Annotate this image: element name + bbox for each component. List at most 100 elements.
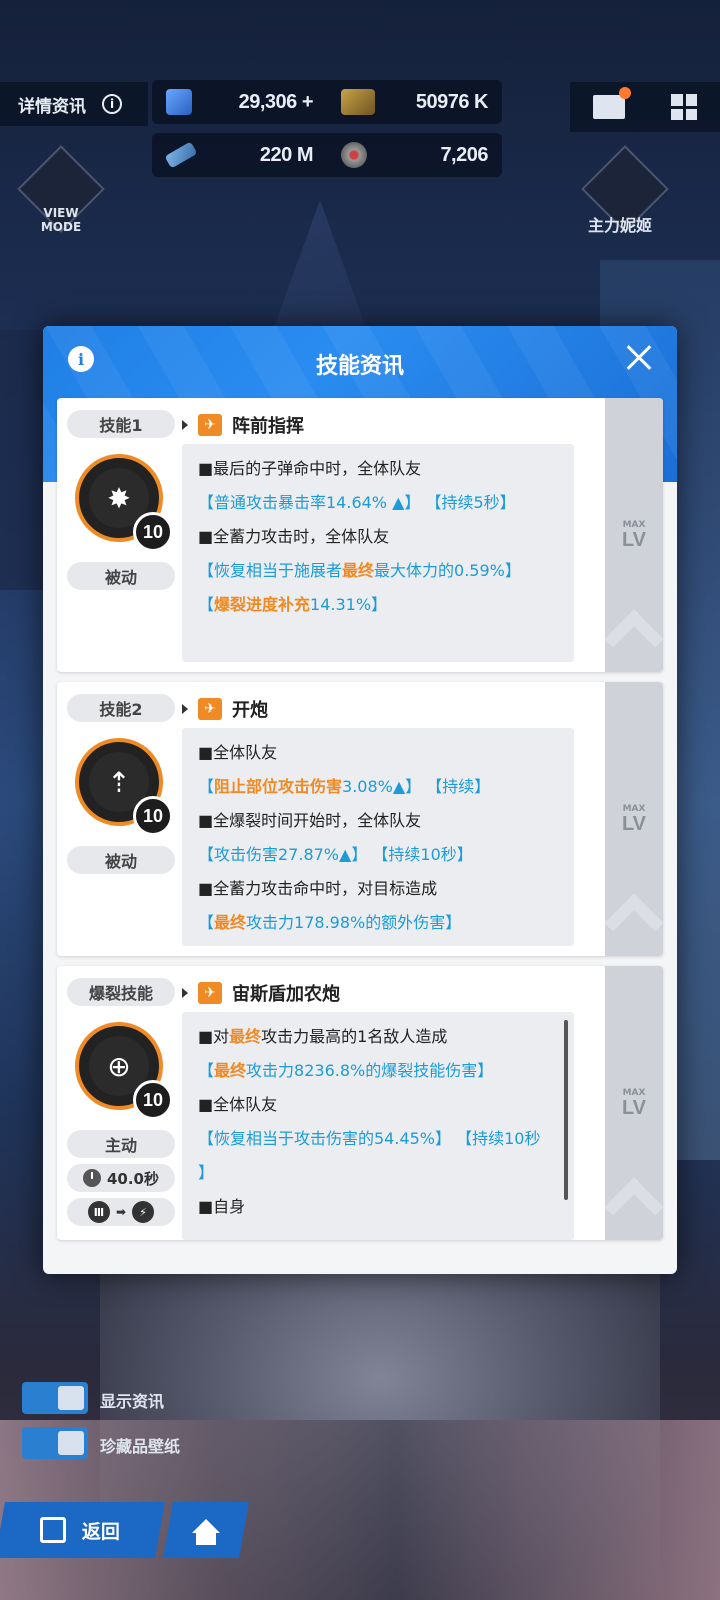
exit-icon	[39, 1517, 66, 1543]
description-line: 【爆裂进度补充14.31%】	[198, 588, 558, 622]
description-segment: ■全蓄力攻击命中时，对目标造成	[198, 879, 438, 898]
description-line: 【最终攻击力8236.8%的爆裂技能伤害】	[198, 1054, 558, 1088]
description-segment: 【恢复相当于施展者	[198, 561, 343, 580]
description-line: ■自身	[198, 1190, 558, 1224]
expand-arrow-icon	[182, 988, 188, 998]
description-segment: 【	[198, 913, 215, 932]
description-scrollbar[interactable]	[564, 1020, 568, 1200]
description-line: ■全蓄力攻击时，全体队友	[198, 520, 558, 554]
currency-bar-top: 29,306 + 50976 K	[152, 80, 502, 124]
description-segment: 爆裂进度补充	[214, 595, 311, 614]
skill-card-left: 爆裂技能 ⊕ 10 主动 40.0秒 Ⅲ ➡ ⚡	[57, 966, 182, 1240]
gems-value: 29,306	[238, 90, 298, 113]
upgrade-button[interactable]: MAX LV	[604, 966, 663, 1240]
chevron-up-icon	[604, 1177, 663, 1237]
mail-icon[interactable]	[593, 87, 631, 119]
skill-level-badge: 10	[133, 512, 173, 552]
lv-label: LV	[621, 813, 647, 835]
skill-type-label: 被动	[67, 562, 175, 590]
description-line: ■最后的子弹命中时，全体队友	[198, 452, 558, 486]
description-segment: 阻止部位攻击伤害	[214, 777, 343, 796]
description-segment: ■自身	[198, 1197, 246, 1216]
description-segment: 3.08%▲】 【持续】	[342, 777, 491, 796]
skill-level-badge: 10	[133, 1080, 173, 1120]
description-line: 【恢复相当于攻击伤害的54.45%】 【持续10秒	[198, 1122, 558, 1156]
view-mode-label: VIEW MODE	[40, 206, 82, 234]
core-dust-display: 220 M	[152, 133, 327, 177]
gems-display[interactable]: 29,306 +	[152, 80, 327, 124]
skill-card-1: 技能1 ✸ 10 被动 ✈ 阵前指挥 ■最后的子弹命中时，全体队友 【普通攻击暴击…	[57, 398, 663, 672]
arrow-right-icon: ➡	[115, 1205, 127, 1219]
description-segment: 最终	[342, 561, 375, 580]
description-segment: 【攻击伤害27.87%▲】 【持续10秒】	[198, 845, 473, 864]
home-button[interactable]	[163, 1502, 249, 1558]
skill-tag-icon: ✈	[198, 698, 222, 720]
skill-tag-icon: ✈	[198, 982, 222, 1004]
add-gems-icon[interactable]: +	[302, 91, 314, 113]
description-line: ■全体队友	[198, 1088, 558, 1122]
skill-tag-icon: ✈	[198, 414, 222, 436]
description-segment: 攻击力8236.8%的爆裂技能伤害】	[246, 1061, 494, 1080]
description-line: ■全爆裂时间开始时，全体队友	[198, 804, 558, 838]
description-segment: 攻击力最高的1名敌人造成	[261, 1027, 448, 1046]
skill-name: 宙斯盾加农炮	[232, 984, 340, 1005]
back-label: 返回	[81, 1520, 120, 1543]
skill-level-badge: 10	[133, 796, 173, 836]
description-segment: 最终	[229, 1027, 262, 1046]
collection-wallpaper-label: 珍藏品壁纸	[100, 1437, 181, 1456]
skill-list: 技能1 ✸ 10 被动 ✈ 阵前指挥 ■最后的子弹命中时，全体队友 【普通攻击暴击…	[57, 398, 663, 1250]
skill-card-main: ✈ 阵前指挥 ■最后的子弹命中时，全体队友【普通攻击暴击率14.64% ▲】 【…	[182, 398, 605, 672]
description-line: 【普通攻击暴击率14.64% ▲】 【持续5秒】	[198, 486, 558, 520]
description-segment: 攻击力178.98%的额外伤害】	[246, 913, 462, 932]
back-button[interactable]: 返回	[0, 1502, 165, 1558]
upgrade-button[interactable]: MAX LV	[604, 682, 663, 956]
skill-description: ■全体队友 【阻止部位攻击伤害3.08%▲】 【持续】 ■全爆裂时间开始时，全体队友…	[182, 728, 574, 946]
description-segment: 最终	[214, 913, 247, 932]
description-segment: 【	[198, 595, 215, 614]
description-segment: 】	[198, 1163, 215, 1182]
core-dust-value: 220 M	[259, 143, 314, 166]
skill-info-modal: i 技能资讯 技能1 ✸ 10 被动 ✈ 阵前指挥 ■最后的子弹命中时，全体队友…	[43, 326, 677, 1274]
skill-name-row: ✈ 开炮	[182, 696, 268, 722]
core-item-icon	[341, 142, 367, 168]
collection-wallpaper-toggle[interactable]	[22, 1427, 88, 1459]
home-icon	[192, 1519, 220, 1533]
show-info-toggle[interactable]	[22, 1382, 88, 1414]
clock-icon	[82, 1169, 101, 1187]
description-segment: ■全体队友	[198, 1095, 278, 1114]
details-info-button[interactable]: 详情资讯 i	[0, 82, 148, 126]
description-segment: ■对	[198, 1027, 230, 1046]
description-segment: 【	[198, 1061, 215, 1080]
battle-data-icon	[164, 141, 198, 169]
burst-stage-icon: Ⅲ	[87, 1201, 110, 1223]
description-line: 【攻击伤害27.87%▲】 【持续10秒】	[198, 838, 558, 872]
description-segment: 【	[198, 777, 215, 796]
description-line: 【恢复相当于施展者最终最大体力的0.59%】	[198, 554, 558, 588]
modal-title: 技能资讯	[315, 354, 404, 379]
credits-display: 50976 K	[327, 80, 502, 124]
close-icon[interactable]	[621, 340, 657, 376]
lightning-icon: ⚡	[132, 1201, 155, 1223]
description-segment: 【普通攻击暴击率14.64% ▲】 【持续5秒】	[198, 493, 516, 512]
burst-stage-pill: Ⅲ ➡ ⚡	[67, 1198, 175, 1226]
cooldown-pill: 40.0秒	[67, 1164, 175, 1192]
details-label: 详情资讯	[18, 96, 86, 117]
skill-description: ■最后的子弹命中时，全体队友【普通攻击暴击率14.64% ▲】 【持续5秒】 ■全…	[182, 444, 574, 662]
info-icon: i	[102, 94, 122, 114]
show-info-label: 显示资讯	[100, 1392, 165, 1411]
description-segment: 14.31%】	[310, 595, 388, 614]
menu-grid-icon[interactable]	[671, 94, 697, 120]
skill-description[interactable]: ■对最终攻击力最高的1名敌人造成【最终攻击力8236.8%的爆裂技能伤害】 ■全体…	[182, 1012, 574, 1240]
currency-bar-bottom: 220 M 7,206	[152, 133, 502, 177]
description-segment: ■全爆裂时间开始时，全体队友	[198, 811, 422, 830]
skill-name: 开炮	[232, 700, 268, 721]
skill-name: 阵前指挥	[232, 416, 304, 437]
description-line: ■全蓄力攻击命中时，对目标造成	[198, 872, 558, 906]
description-line: 【最终攻击力178.98%的额外伤害】	[198, 906, 558, 940]
description-line: ■全体队友	[198, 736, 558, 770]
skill-name-row: ✈ 宙斯盾加农炮	[182, 980, 340, 1006]
skill-card-main: ✈ 宙斯盾加农炮 ■对最终攻击力最高的1名敌人造成【最终攻击力8236.8%的爆…	[182, 966, 605, 1240]
lv-label: LV	[621, 529, 647, 551]
upgrade-button[interactable]: MAX LV	[604, 398, 663, 672]
gem-icon	[166, 89, 192, 115]
